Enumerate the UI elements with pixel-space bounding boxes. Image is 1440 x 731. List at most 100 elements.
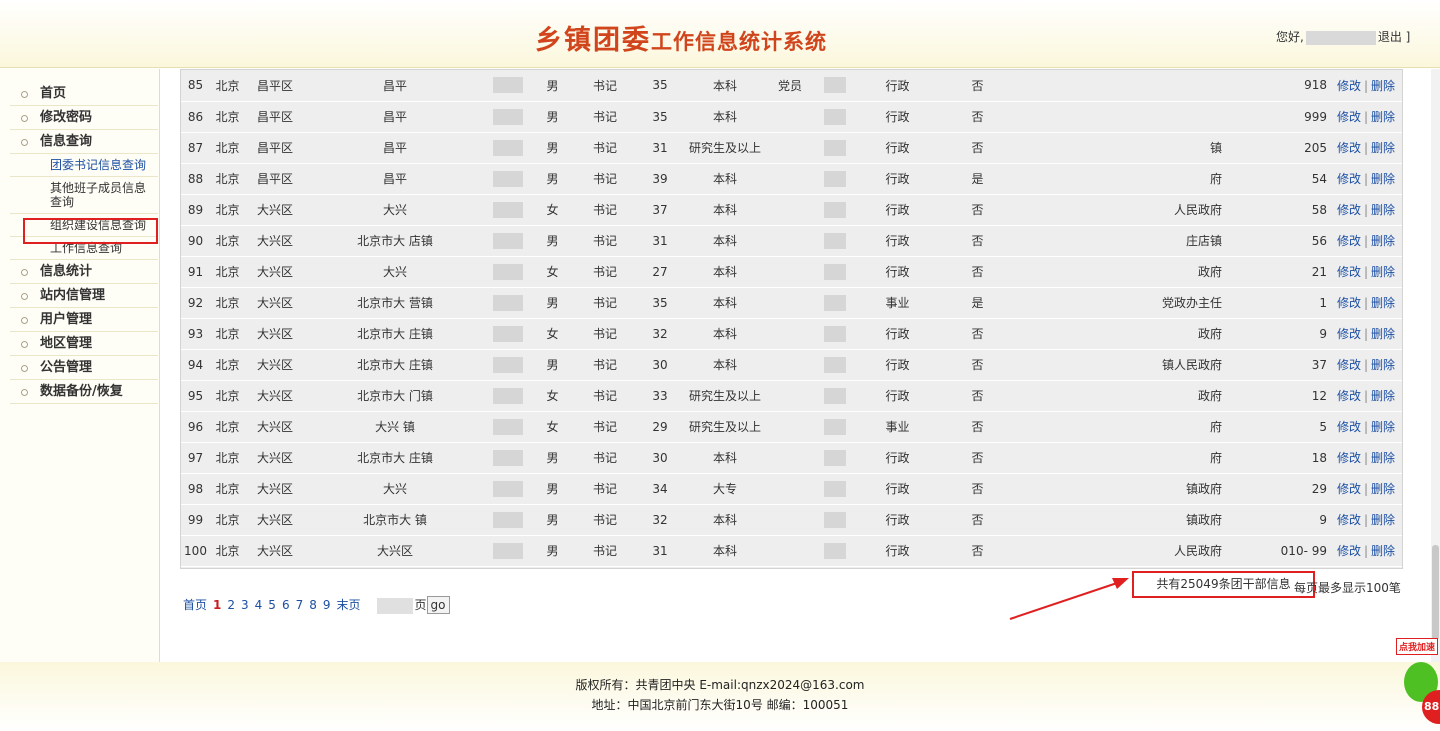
cell-e: 本科 xyxy=(685,535,765,567)
redacted-block xyxy=(492,139,523,156)
pager-page-link[interactable]: 6 xyxy=(282,598,290,612)
edit-link[interactable]: 修改 xyxy=(1337,79,1361,93)
cell-t: 大兴 xyxy=(305,256,485,288)
sidebar-item-1[interactable]: 修改密码 xyxy=(10,106,158,130)
table-row: 97 北京 大兴区 北京市大 庄镇男书记 30 本科 行政否府 18 修改 | 删除 xyxy=(181,442,1402,474)
sidebar-item2-1[interactable]: 站内信管理 xyxy=(10,284,158,308)
edit-link[interactable]: 修改 xyxy=(1337,234,1361,248)
cell-party xyxy=(765,163,815,195)
delete-link[interactable]: 删除 xyxy=(1371,234,1395,248)
delete-link[interactable]: 删除 xyxy=(1371,513,1395,527)
cell-a: 30 xyxy=(635,442,685,474)
redacted-block xyxy=(492,542,523,559)
edit-link[interactable]: 修改 xyxy=(1337,513,1361,527)
cell-party xyxy=(765,504,815,536)
cell-d: 大兴区 xyxy=(245,535,305,567)
pager-page-link[interactable]: 7 xyxy=(296,598,304,612)
delete-link[interactable]: 删除 xyxy=(1371,265,1395,279)
cell-type: 行政 xyxy=(855,442,940,474)
sidebar-item2-2[interactable]: 用户管理 xyxy=(10,308,158,332)
logout-link[interactable]: 退出 ] xyxy=(1378,30,1411,44)
sidebar-subitem-0[interactable]: 团委书记信息查询 xyxy=(10,154,158,177)
pager-page-link[interactable]: 5 xyxy=(268,598,276,612)
cell-p: 北京 xyxy=(210,411,245,443)
delete-link[interactable]: 删除 xyxy=(1371,420,1395,434)
float-ad-tag[interactable]: 点我加速 xyxy=(1396,638,1439,655)
pager-page-link[interactable]: 9 xyxy=(323,598,331,612)
delete-link[interactable]: 删除 xyxy=(1371,141,1395,155)
cell-g: 男 xyxy=(530,349,575,381)
cell-d: 大兴区 xyxy=(245,225,305,257)
sidebar-item2-3[interactable]: 地区管理 xyxy=(10,332,158,356)
delete-link[interactable]: 删除 xyxy=(1371,451,1395,465)
pager-page-link[interactable]: 4 xyxy=(255,598,263,612)
cell-a: 29 xyxy=(635,411,685,443)
delete-link[interactable]: 删除 xyxy=(1371,358,1395,372)
edit-link[interactable]: 修改 xyxy=(1337,141,1361,155)
delete-link[interactable]: 删除 xyxy=(1371,327,1395,341)
username-redacted xyxy=(1305,30,1376,45)
table-row: 96 北京 大兴区 大兴 镇女书记 29 研究生及以上 事业否府 5 修改 | 删除 xyxy=(181,411,1402,443)
sidebar-item2-0[interactable]: 信息统计 xyxy=(10,260,158,284)
redacted-cell xyxy=(485,70,530,102)
cell-yn: 否 xyxy=(940,411,1015,443)
edit-link[interactable]: 修改 xyxy=(1337,420,1361,434)
edit-link[interactable]: 修改 xyxy=(1337,265,1361,279)
edit-link[interactable]: 修改 xyxy=(1337,482,1361,496)
cell-t: 大兴区 xyxy=(305,535,485,567)
sidebar-item-2[interactable]: 信息查询 xyxy=(10,130,158,154)
cell-ph: 010- 99 xyxy=(1225,535,1330,567)
pager-last-link[interactable]: 末页 xyxy=(337,598,361,612)
scrollbar-thumb[interactable] xyxy=(1432,545,1439,640)
cell-g: 男 xyxy=(530,225,575,257)
cell-d: 昌平区 xyxy=(245,101,305,133)
sidebar-item-0[interactable]: 首页 xyxy=(10,82,158,106)
sidebar-subitem-1[interactable]: 其他班子成员信息查询 xyxy=(10,177,158,214)
edit-link[interactable]: 修改 xyxy=(1337,389,1361,403)
delete-link[interactable]: 删除 xyxy=(1371,110,1395,124)
cell-party xyxy=(765,101,815,133)
delete-link[interactable]: 删除 xyxy=(1371,296,1395,310)
cell-a: 37 xyxy=(635,194,685,226)
cell-org xyxy=(1015,101,1225,133)
cell-t: 北京市大 店镇 xyxy=(305,225,485,257)
delete-link[interactable]: 删除 xyxy=(1371,172,1395,186)
pager-page-link[interactable]: 3 xyxy=(241,598,249,612)
cell-ph: 58 xyxy=(1225,194,1330,226)
delete-link[interactable]: 删除 xyxy=(1371,482,1395,496)
edit-link[interactable]: 修改 xyxy=(1337,544,1361,558)
cell-org: 政府 xyxy=(1015,256,1225,288)
cell-n: 85 xyxy=(181,70,210,102)
delete-link[interactable]: 删除 xyxy=(1371,389,1395,403)
sidebar-item2-5[interactable]: 数据备份/恢复 xyxy=(10,380,158,404)
redacted-cell xyxy=(815,411,855,443)
float-ad-widget[interactable]: 点我加速 88 xyxy=(1392,638,1440,731)
edit-link[interactable]: 修改 xyxy=(1337,296,1361,310)
go-button[interactable]: go xyxy=(426,596,450,614)
sidebar-item2-4[interactable]: 公告管理 xyxy=(10,356,158,380)
pager-page-link[interactable]: 8 xyxy=(309,598,317,612)
redacted-block xyxy=(824,418,846,435)
edit-link[interactable]: 修改 xyxy=(1337,172,1361,186)
delete-link[interactable]: 删除 xyxy=(1371,79,1395,93)
edit-link[interactable]: 修改 xyxy=(1337,110,1361,124)
edit-link[interactable]: 修改 xyxy=(1337,203,1361,217)
cell-org: 庄店镇 xyxy=(1015,225,1225,257)
redacted-cell xyxy=(485,163,530,195)
cell-d: 昌平区 xyxy=(245,163,305,195)
pager-first-link[interactable]: 首页 xyxy=(183,598,207,612)
pager-page-link[interactable]: 2 xyxy=(227,598,235,612)
edit-link[interactable]: 修改 xyxy=(1337,327,1361,341)
cell-e: 本科 xyxy=(685,442,765,474)
bullet-icon xyxy=(21,365,28,372)
cell-g: 男 xyxy=(530,132,575,164)
edit-link[interactable]: 修改 xyxy=(1337,451,1361,465)
delete-link[interactable]: 删除 xyxy=(1371,544,1395,558)
cell-org: 镇人民政府 xyxy=(1015,349,1225,381)
delete-link[interactable]: 删除 xyxy=(1371,203,1395,217)
page-input[interactable] xyxy=(376,597,413,614)
edit-link[interactable]: 修改 xyxy=(1337,358,1361,372)
cell-p: 北京 xyxy=(210,504,245,536)
cell-yn: 否 xyxy=(940,380,1015,412)
cell-p: 北京 xyxy=(210,132,245,164)
